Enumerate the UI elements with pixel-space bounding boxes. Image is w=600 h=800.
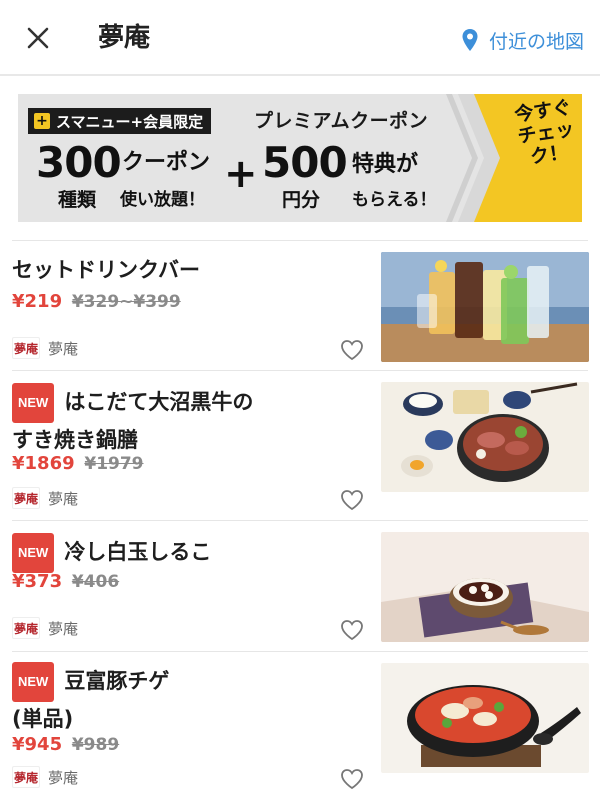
nearby-map-label: 付近の地図: [488, 30, 584, 53]
sale-price: ¥1869: [12, 453, 75, 474]
tokuten-label: 特典が: [352, 152, 419, 177]
shop-info: 夢庵 夢庵: [12, 487, 78, 509]
moraeru-label: もらえる！: [352, 190, 437, 210]
favorite-heart-icon[interactable]: [340, 768, 364, 790]
plus-icon: +: [34, 113, 50, 129]
menu-item[interactable]: NEW 冷し白玉しるこ ¥373 ¥406 夢庵 夢庵: [0, 521, 600, 651]
shop-info: 夢庵 夢庵: [12, 766, 78, 788]
yen-label: 円分: [282, 189, 321, 211]
sale-price: ¥373: [12, 571, 63, 592]
shop-info: 夢庵 夢庵: [12, 337, 78, 359]
tofu-pork-chige-photo: [381, 663, 589, 773]
favorite-heart-icon[interactable]: [340, 339, 364, 361]
original-price: ¥1979: [84, 454, 144, 474]
item-name: セットドリンクバー: [12, 258, 200, 282]
drink-bar-photo: [381, 252, 589, 362]
favorite-heart-icon[interactable]: [340, 489, 364, 511]
kinds-label: 種類: [58, 189, 97, 211]
member-only-label: スマニュー+会員限定: [56, 112, 204, 131]
item-name: NEW 豆富豚チゲ (単品): [12, 662, 362, 736]
close-icon[interactable]: [22, 22, 54, 54]
nearby-map-link[interactable]: 付近の地図: [461, 24, 584, 56]
app-header: 夢庵 付近の地図: [0, 0, 600, 76]
item-name-line1: 豆富豚チゲ: [64, 669, 170, 693]
bonus-amount: 500: [262, 138, 348, 187]
price-row: ¥373 ¥406: [12, 571, 119, 592]
sale-price: ¥945: [12, 734, 63, 755]
favorite-heart-icon[interactable]: [340, 619, 364, 641]
shop-info: 夢庵 夢庵: [12, 617, 78, 639]
original-price: ¥329~¥399: [71, 292, 181, 312]
price-row: ¥219 ¥329~¥399: [12, 291, 181, 312]
shop-logo: 夢庵: [12, 617, 40, 639]
item-name: NEW はこだて大沼黒牛の すき焼き鍋膳: [12, 383, 362, 457]
shop-name: 夢庵: [48, 768, 79, 787]
item-name: NEW 冷し白玉しるこ: [12, 533, 362, 573]
check-now-label: 今すぐチェック！: [513, 96, 576, 169]
menu-item[interactable]: NEW はこだて大沼黒牛の すき焼き鍋膳 ¥1869 ¥1979 夢庵 夢庵: [0, 371, 600, 521]
member-only-tag: + スマニュー+会員限定: [28, 108, 212, 134]
shiratama-shiruko-photo: [381, 532, 589, 642]
item-name-line1: 冷し白玉しるこ: [64, 540, 212, 564]
item-name-line2: すき焼き鍋膳: [12, 428, 138, 452]
new-badge: NEW: [12, 533, 55, 573]
shop-logo: 夢庵: [12, 337, 40, 359]
sale-price: ¥219: [12, 291, 63, 312]
plus-sign: +: [224, 151, 258, 197]
coupon-count: 300: [36, 138, 122, 187]
coupon-label: クーポン: [122, 150, 211, 175]
original-price: ¥989: [71, 735, 120, 755]
new-badge: NEW: [12, 662, 55, 702]
map-pin-icon: [462, 29, 478, 51]
menu-item[interactable]: セットドリンクバー ¥219 ¥329~¥399 夢庵 夢庵: [0, 241, 600, 369]
sukiyaki-set-photo: [381, 382, 589, 492]
premium-coupon-banner[interactable]: + スマニュー+会員限定 プレミアムクーポン 300 クーポン 種類 使い放題！…: [18, 94, 582, 222]
premium-coupon-title: プレミアムクーポン: [254, 110, 429, 132]
shop-name: 夢庵: [48, 619, 79, 638]
shop-logo: 夢庵: [12, 487, 40, 509]
shop-logo: 夢庵: [12, 766, 40, 788]
price-row: ¥1869 ¥1979: [12, 453, 144, 474]
price-row: ¥945 ¥989: [12, 734, 119, 755]
menu-item[interactable]: NEW 豆富豚チゲ (単品) ¥945 ¥989 夢庵 夢庵: [0, 652, 600, 800]
item-name-line2: (単品): [12, 707, 74, 731]
shop-name: 夢庵: [48, 489, 79, 508]
shop-name: 夢庵: [48, 339, 79, 358]
item-name-line1: はこだて大沼黒牛の: [64, 390, 254, 414]
new-badge: NEW: [12, 383, 55, 423]
original-price: ¥406: [71, 572, 120, 592]
unlimited-label: 使い放題！: [120, 190, 205, 210]
page-title: 夢庵: [98, 23, 151, 53]
